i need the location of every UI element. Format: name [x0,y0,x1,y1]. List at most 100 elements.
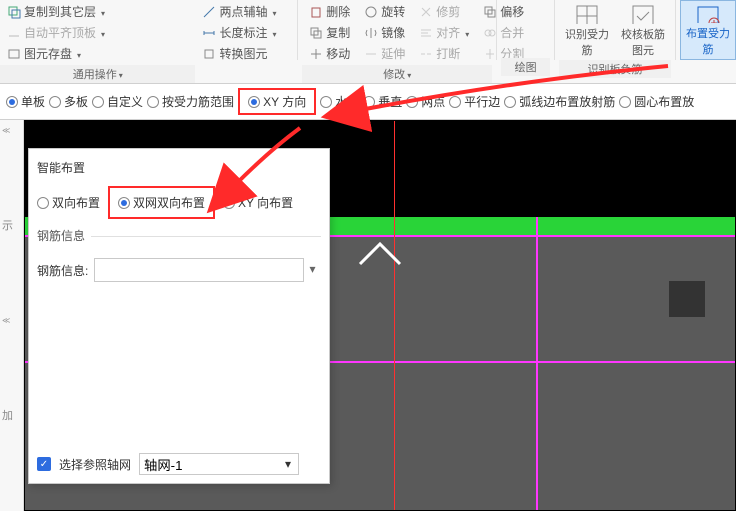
extend-label: 延伸 [381,45,405,62]
mirror-label: 镜像 [381,24,405,41]
move-label: 移动 [326,45,350,62]
ref-grid-checkbox[interactable]: ✓ [37,457,51,471]
ref-grid-dropdown-icon[interactable]: ▾ [285,457,291,471]
check-rebar-button[interactable]: 校核板筋图元 [615,0,671,60]
panel-title: 智能布置 [37,159,321,176]
opt-vertical[interactable]: 垂直 [363,93,402,110]
rb-two-way-label: 双向布置 [52,194,100,211]
break-tool: 打断 [416,44,472,63]
opt-arc-radial-label: 弧线边布置放射筋 [519,93,615,110]
opt-xy-label: XY 方向 [263,93,306,110]
section-draw-label: 绘图 [501,58,550,76]
opt-horizontal-label: 水平 [335,93,359,110]
buffer-icon [7,47,21,61]
delete-tool[interactable]: 删除 [306,2,353,21]
rotate-tool[interactable]: 旋转 [361,2,408,21]
rotate-icon [364,5,378,19]
opt-single[interactable]: 单板 [6,93,45,110]
length-dim-label: 长度标注 [219,24,267,41]
trim-icon [419,5,433,19]
opt-two-points-label: 两点 [421,93,445,110]
cursor-chevron-icon [350,239,410,269]
opt-by-force-label: 按受力筋范围 [162,93,234,110]
opt-vertical-label: 垂直 [378,93,402,110]
break-label: 打断 [436,45,460,62]
convert-icon [202,47,216,61]
auto-flat-top-label: 自动平齐顶板 [24,24,96,41]
move-tool[interactable]: 移动 [306,44,353,63]
rebar-info-dropdown-icon[interactable]: ▾ [303,258,321,282]
section-general-label[interactable]: 通用操作 [0,65,195,83]
entity-buffer-label: 图元存盘 [24,45,72,62]
two-point-aux[interactable]: 两点辅轴 [199,2,289,21]
recognize-label: 识别受力筋 [561,26,613,58]
opt-by-force[interactable]: 按受力筋范围 [147,93,234,110]
group-rebar-info-label: 钢筋信息 [37,227,321,244]
opt-circle-center[interactable]: 圆心布置放 [619,93,694,110]
opt-multi-label: 多板 [64,93,88,110]
entity-buffer[interactable]: 图元存盘 [4,44,191,63]
delete-icon [309,5,323,19]
copy-label: 复制 [326,24,350,41]
aux-icon [202,5,216,19]
opt-arc-radial[interactable]: 弧线边布置放射筋 [504,93,615,110]
opt-custom-label: 自定义 [107,93,143,110]
copy-tool[interactable]: 复制 [306,23,353,42]
opt-two-points[interactable]: 两点 [406,93,445,110]
delete-label: 删除 [326,3,350,20]
recognize-icon [573,2,601,24]
opt-parallel-edge-label: 平行边 [464,93,500,110]
section-modify-label[interactable]: 修改 [302,65,492,83]
check-label: 校核板筋图元 [617,26,669,58]
opt-parallel-edge[interactable]: 平行边 [449,93,500,110]
merge-icon [483,26,497,40]
opt-xy-direction[interactable]: XY 方向 [238,88,316,115]
rb-two-way[interactable]: 双向布置 [37,194,100,211]
rb-double-net[interactable]: 双网双向布置 [108,186,215,219]
trim-tool: 修剪 [416,2,472,21]
mirror-tool[interactable]: 镜像 [361,23,408,42]
smart-placement-panel: 智能布置 双向布置 双网双向布置 XY 向布置 钢筋信息 钢筋信息: ▾ ✓ 选… [28,148,330,484]
break-icon [419,47,433,61]
opt-custom[interactable]: 自定义 [92,93,143,110]
check-icon [629,2,657,24]
copy-to-other-layer[interactable]: 复制到其它层 [4,2,191,21]
gutter-mark-2: 加 [2,407,21,423]
length-dim[interactable]: 长度标注 [199,23,289,42]
convert-entity[interactable]: 转换图元 [199,44,289,63]
rebar-info-input[interactable] [94,258,319,282]
canvas-dark-box [669,281,705,317]
mirror-icon [364,26,378,40]
align-label: 对齐 [436,24,460,41]
copy-icon [7,5,21,19]
recognize-rebar-button[interactable]: 识别受力筋 [559,0,615,60]
gutter-close-icon[interactable]: ≪ [2,126,21,135]
rotate-label: 旋转 [381,3,405,20]
move-icon [309,47,323,61]
place-rebar-button[interactable]: 布置受力筋 [680,0,736,60]
two-point-aux-label: 两点辅轴 [219,3,267,20]
convert-entity-label: 转换图元 [219,45,267,62]
gutter-mark-1: 示 [2,217,21,233]
copy-to-other-label: 复制到其它层 [24,3,96,20]
extend-tool: 延伸 [361,44,408,63]
left-gutter: ≪ 示 ≪ 加 [0,120,24,511]
copy2-icon [309,26,323,40]
ref-grid-select[interactable] [139,453,299,475]
opt-single-label: 单板 [21,93,45,110]
flat-icon [7,26,21,40]
align-icon [419,26,433,40]
ref-grid-label: 选择参照轴网 [59,456,131,473]
place-icon [694,3,722,23]
extend-icon [364,47,378,61]
opt-multi[interactable]: 多板 [49,93,88,110]
opt-horizontal[interactable]: 水平 [320,93,359,110]
rb-xy-way-label: XY 向布置 [238,194,293,211]
place-label: 布置受力筋 [683,25,733,57]
placement-options-row: 单板 多板 自定义 按受力筋范围 XY 方向 水平 垂直 两点 平行边 弧线边布… [0,84,736,120]
rebar-info-label: 钢筋信息: [37,262,88,279]
trim-label: 修剪 [436,3,460,20]
rb-xy-way[interactable]: XY 向布置 [223,194,293,211]
gutter-close-icon-2[interactable]: ≪ [2,316,21,325]
offset-icon [483,5,497,19]
